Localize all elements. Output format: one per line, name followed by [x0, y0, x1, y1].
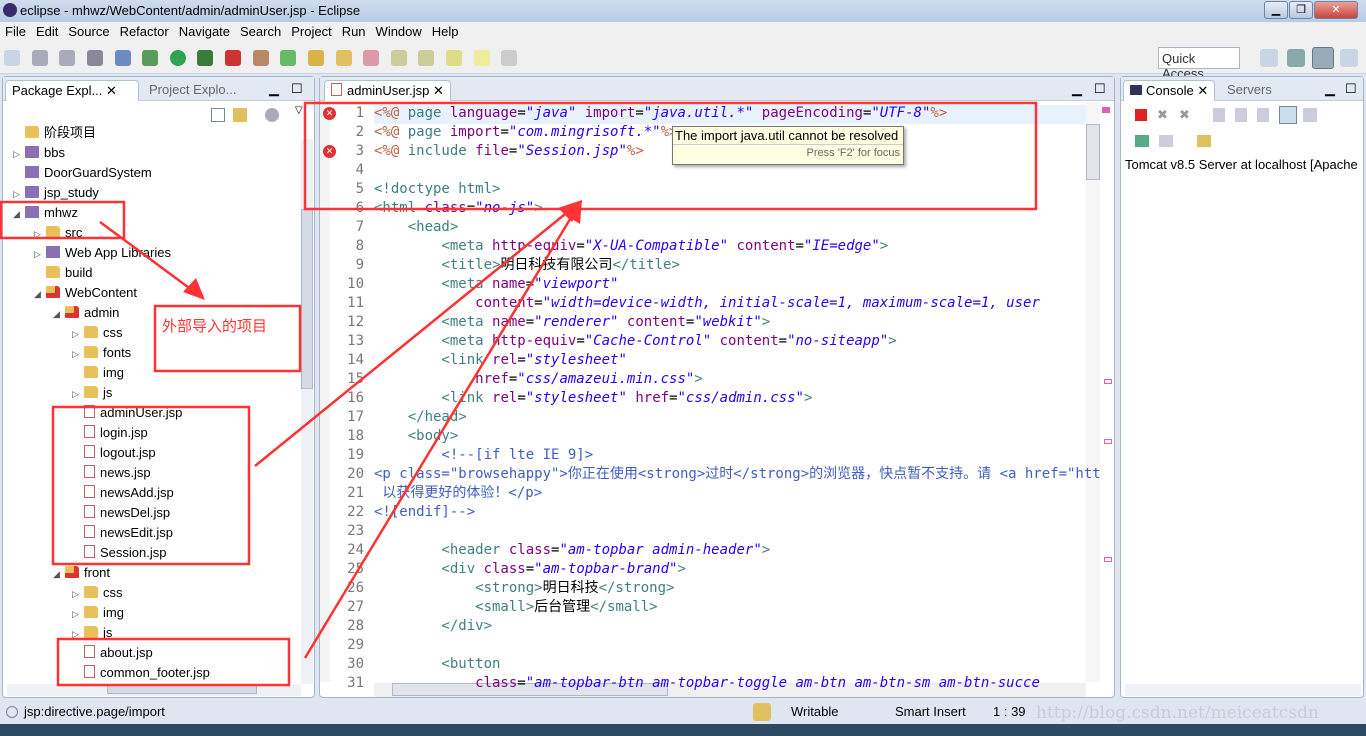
highlight-box-front-files [56, 637, 291, 687]
annotation-overlay [0, 101, 1038, 687]
arrow-line [254, 205, 576, 467]
highlight-box-mhwz [0, 200, 126, 240]
arrow-line [303, 205, 580, 659]
highlight-box-code [303, 101, 1038, 211]
highlight-box-admin-files [51, 405, 251, 566]
arrowhead [183, 278, 205, 300]
annotation-label: 外部导入的项目 [162, 318, 268, 335]
arrow-line [99, 220, 201, 298]
